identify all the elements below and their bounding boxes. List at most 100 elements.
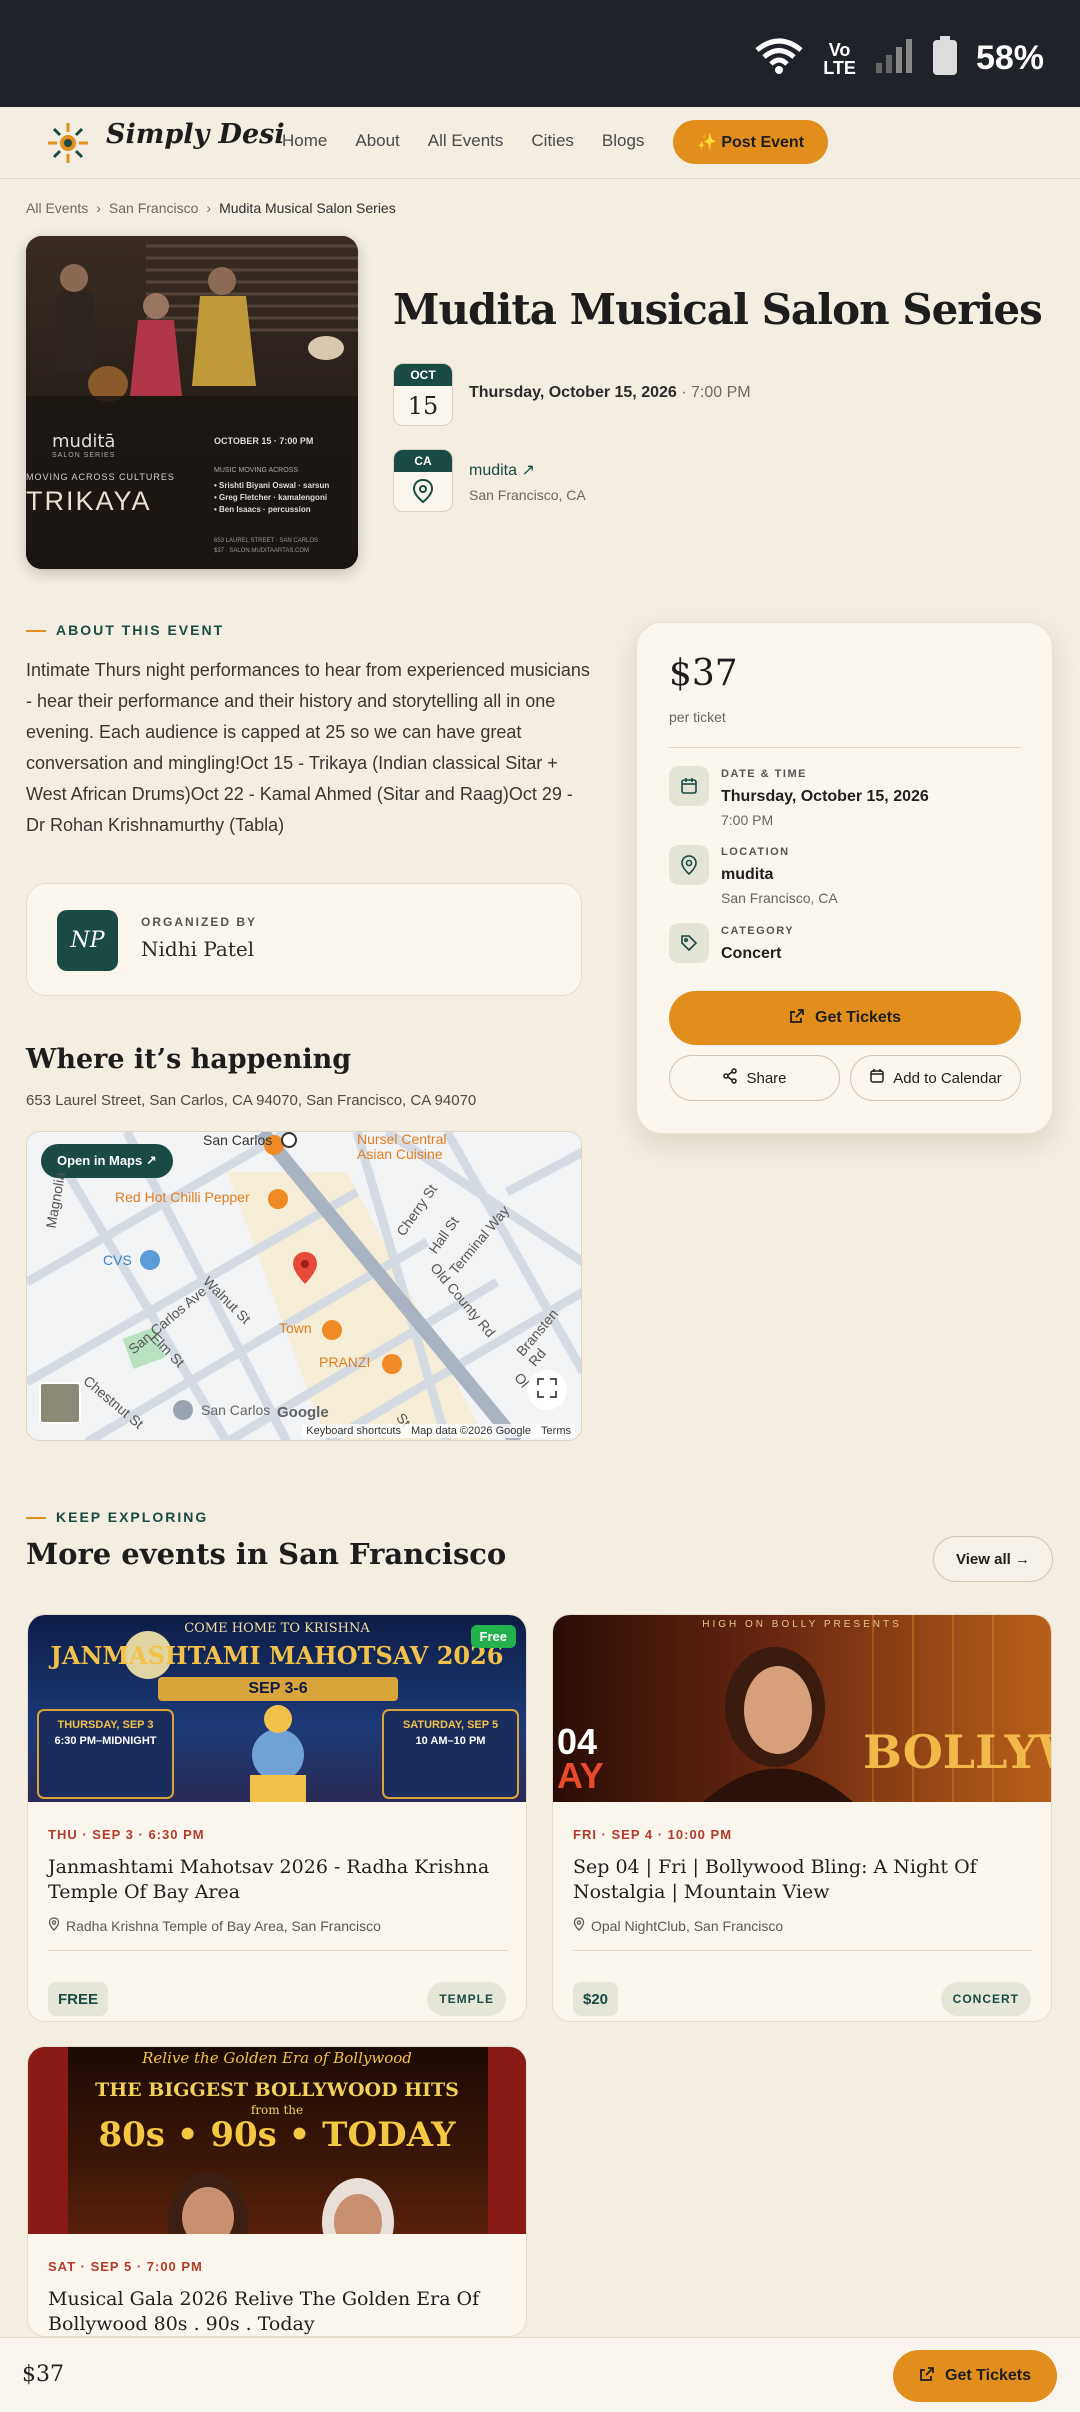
- card3-poster-top: Relive the Golden Era of Bollywood: [142, 2049, 412, 2067]
- google-logo: Google: [277, 1404, 329, 1421]
- poster-brand: muditā: [52, 431, 116, 452]
- where-address: 653 Laurel Street, San Carlos, CA 94070,…: [26, 1092, 477, 1109]
- map-data-attribution: Map data ©2026 Google: [411, 1425, 532, 1437]
- date-badge-month: OCT: [394, 364, 452, 386]
- satellite-toggle[interactable]: [39, 1382, 81, 1424]
- map-label-nursel-line1: Nursel Central: [357, 1131, 447, 1147]
- battery-percentage: 58%: [975, 39, 1044, 77]
- nav-blogs[interactable]: Blogs: [602, 131, 645, 151]
- ticket-price: $37: [669, 653, 738, 694]
- event-card-divider: [573, 1950, 1033, 1951]
- breadcrumb-san-francisco[interactable]: San Francisco: [109, 200, 198, 216]
- keep-exploring-tag: KEEP EXPLORING: [26, 1509, 208, 1525]
- share-icon: [722, 1068, 738, 1088]
- tag-icon: [669, 923, 709, 963]
- map-label-san-carlos-bottom: San Carlos: [201, 1402, 271, 1418]
- card1-poster-left-day: THURSDAY, SEP 3: [57, 1719, 154, 1731]
- event-card-category: TEMPLE: [427, 1982, 506, 2016]
- free-badge: Free: [470, 1625, 516, 1648]
- card3-poster-line1: THE BIGGEST BOLLYWOOD HITS: [95, 2079, 459, 2101]
- share-button[interactable]: Share: [669, 1055, 840, 1101]
- location-pin-icon: [669, 845, 709, 885]
- card3-poster-line3: 80s • 90s • TODAY: [98, 2115, 456, 2155]
- battery-icon: [932, 36, 958, 81]
- event-card-venue: Radha Krishna Temple of Bay Area, San Fr…: [48, 1917, 381, 1934]
- nav-all-events[interactable]: All Events: [428, 131, 504, 151]
- map-label-pranzi: PRANZI: [319, 1354, 371, 1370]
- card1-poster-dates: SEP 3-6: [248, 1680, 308, 1697]
- fullscreen-button[interactable]: [527, 1370, 567, 1410]
- card2-poster-left: 04: [557, 1721, 598, 1762]
- event-card-category: CONCERT: [940, 1982, 1031, 2016]
- venue-city: San Francisco, CA: [469, 487, 586, 503]
- add-to-calendar-button[interactable]: Add to Calendar: [850, 1055, 1021, 1101]
- map[interactable]: Open in Maps ↗ San Carlos Nursel Central…: [26, 1131, 582, 1441]
- card1-poster-top: COME HOME TO KRISHNA: [184, 1621, 370, 1636]
- organizer-label: ORGANIZED BY: [141, 915, 258, 929]
- where-title: Where it’s happening: [26, 1044, 352, 1075]
- main-nav: Home About All Events Cities Blogs: [282, 131, 644, 151]
- ticket-card: $37 per ticket DATE & TIME Thursday, Oct…: [636, 622, 1053, 1134]
- event-card-bollywood-bling[interactable]: HIGH ON BOLLY PRESENTS BOLLYWO 04 AY FRI…: [552, 1614, 1052, 2022]
- event-card-musical-gala[interactable]: Relive the Golden Era of Bollywood THE B…: [27, 2046, 527, 2337]
- fullscreen-icon: [536, 1377, 558, 1404]
- event-card-image: COME HOME TO KRISHNA JANMASHTAMI MAHOTSA…: [28, 1615, 526, 1802]
- ticket-divider: [669, 747, 1021, 748]
- nav-cities[interactable]: Cities: [531, 131, 574, 151]
- map-label-cvs: CVS: [103, 1252, 132, 1268]
- event-card-janmashtami[interactable]: COME HOME TO KRISHNA JANMASHTAMI MAHOTSA…: [27, 1614, 527, 2022]
- map-terms[interactable]: Terms: [541, 1425, 571, 1437]
- poster-group: TRIKAYA: [26, 486, 152, 516]
- event-card-when: SAT · SEP 5 · 7:00 PM: [48, 2259, 203, 2274]
- poster-tagline: MOVING ACROSS CULTURES: [26, 472, 175, 482]
- post-event-button[interactable]: ✨ Post Event: [673, 120, 828, 164]
- card2-poster-top: HIGH ON BOLLY PRESENTS: [702, 1619, 902, 1630]
- location-pin-icon: [48, 1917, 60, 1934]
- breadcrumb-all-events[interactable]: All Events: [26, 200, 88, 216]
- view-all-button[interactable]: View all →: [933, 1536, 1053, 1582]
- category-label: CATEGORY: [721, 925, 795, 937]
- event-card-venue: Opal NightClub, San Francisco: [573, 1917, 783, 1934]
- date-badge: OCT 15: [393, 363, 453, 426]
- date-time-label: DATE & TIME: [721, 768, 807, 780]
- event-card-venue-text: Opal NightClub, San Francisco: [591, 1917, 784, 1934]
- organizer-card[interactable]: NP ORGANIZED BY Nidhi Patel: [26, 883, 582, 996]
- poster-date-line: OCTOBER 15 · 7:00 PM: [214, 436, 314, 446]
- card2-poster-big: BOLLYWO: [863, 1725, 1051, 1779]
- ticket-location: mudita: [721, 866, 774, 883]
- logo-text[interactable]: Simply Desi: [106, 119, 285, 150]
- event-date: Thursday, October 15, 2026: [469, 384, 677, 401]
- bottom-get-tickets-label: Get Tickets: [945, 2367, 1031, 2384]
- ticket-category: Concert: [721, 945, 782, 962]
- ticket-location-sub: San Francisco, CA: [721, 890, 838, 906]
- event-card-venue-text: Radha Krishna Temple of Bay Area, San Fr…: [66, 1917, 381, 1934]
- breadcrumb: All Events › San Francisco › Mudita Musi…: [26, 200, 396, 216]
- map-keyboard-shortcuts[interactable]: Keyboard shortcuts: [306, 1425, 401, 1437]
- get-tickets-button[interactable]: Get Tickets: [669, 991, 1021, 1045]
- about-text: Intimate Thurs night performances to hea…: [26, 660, 590, 835]
- nav-home[interactable]: Home: [282, 131, 327, 151]
- add-to-calendar-label: Add to Calendar: [893, 1069, 1002, 1087]
- event-card-when: THU · SEP 3 · 6:30 PM: [48, 1827, 205, 1842]
- event-card-when: FRI · SEP 4 · 10:00 PM: [573, 1827, 733, 1842]
- sticky-bottom-bar: $37 Get Tickets: [0, 2337, 1080, 2412]
- location-pin-icon: [573, 1917, 585, 1934]
- event-time: 7:00 PM: [691, 384, 751, 401]
- venue-link[interactable]: mudita ↗: [469, 460, 535, 480]
- map-footer: Keyboard shortcuts Map data ©2026 Google…: [302, 1424, 575, 1438]
- card1-poster-headline: JANMASHTAMI MAHOTSAV 2026: [50, 1641, 504, 1670]
- ticket-per: per ticket: [669, 709, 726, 725]
- poster-brand-sub: SALON SERIES: [52, 452, 116, 459]
- map-label-town: Town: [279, 1320, 312, 1336]
- location-label: LOCATION: [721, 846, 790, 858]
- volte-indicator: Vo LTE: [823, 41, 856, 77]
- location-badge: CA: [393, 449, 453, 512]
- sun-logo-icon[interactable]: [46, 121, 90, 165]
- event-date-line: Thursday, October 15, 2026 · 7:00 PM: [469, 384, 751, 402]
- nav-about[interactable]: About: [355, 131, 399, 151]
- location-badge-state: CA: [394, 450, 452, 472]
- breadcrumb-current: Mudita Musical Salon Series: [219, 200, 396, 216]
- organizer-avatar: NP: [57, 910, 118, 971]
- bottom-get-tickets-button[interactable]: Get Tickets: [893, 2350, 1057, 2402]
- wifi-icon: [753, 36, 805, 81]
